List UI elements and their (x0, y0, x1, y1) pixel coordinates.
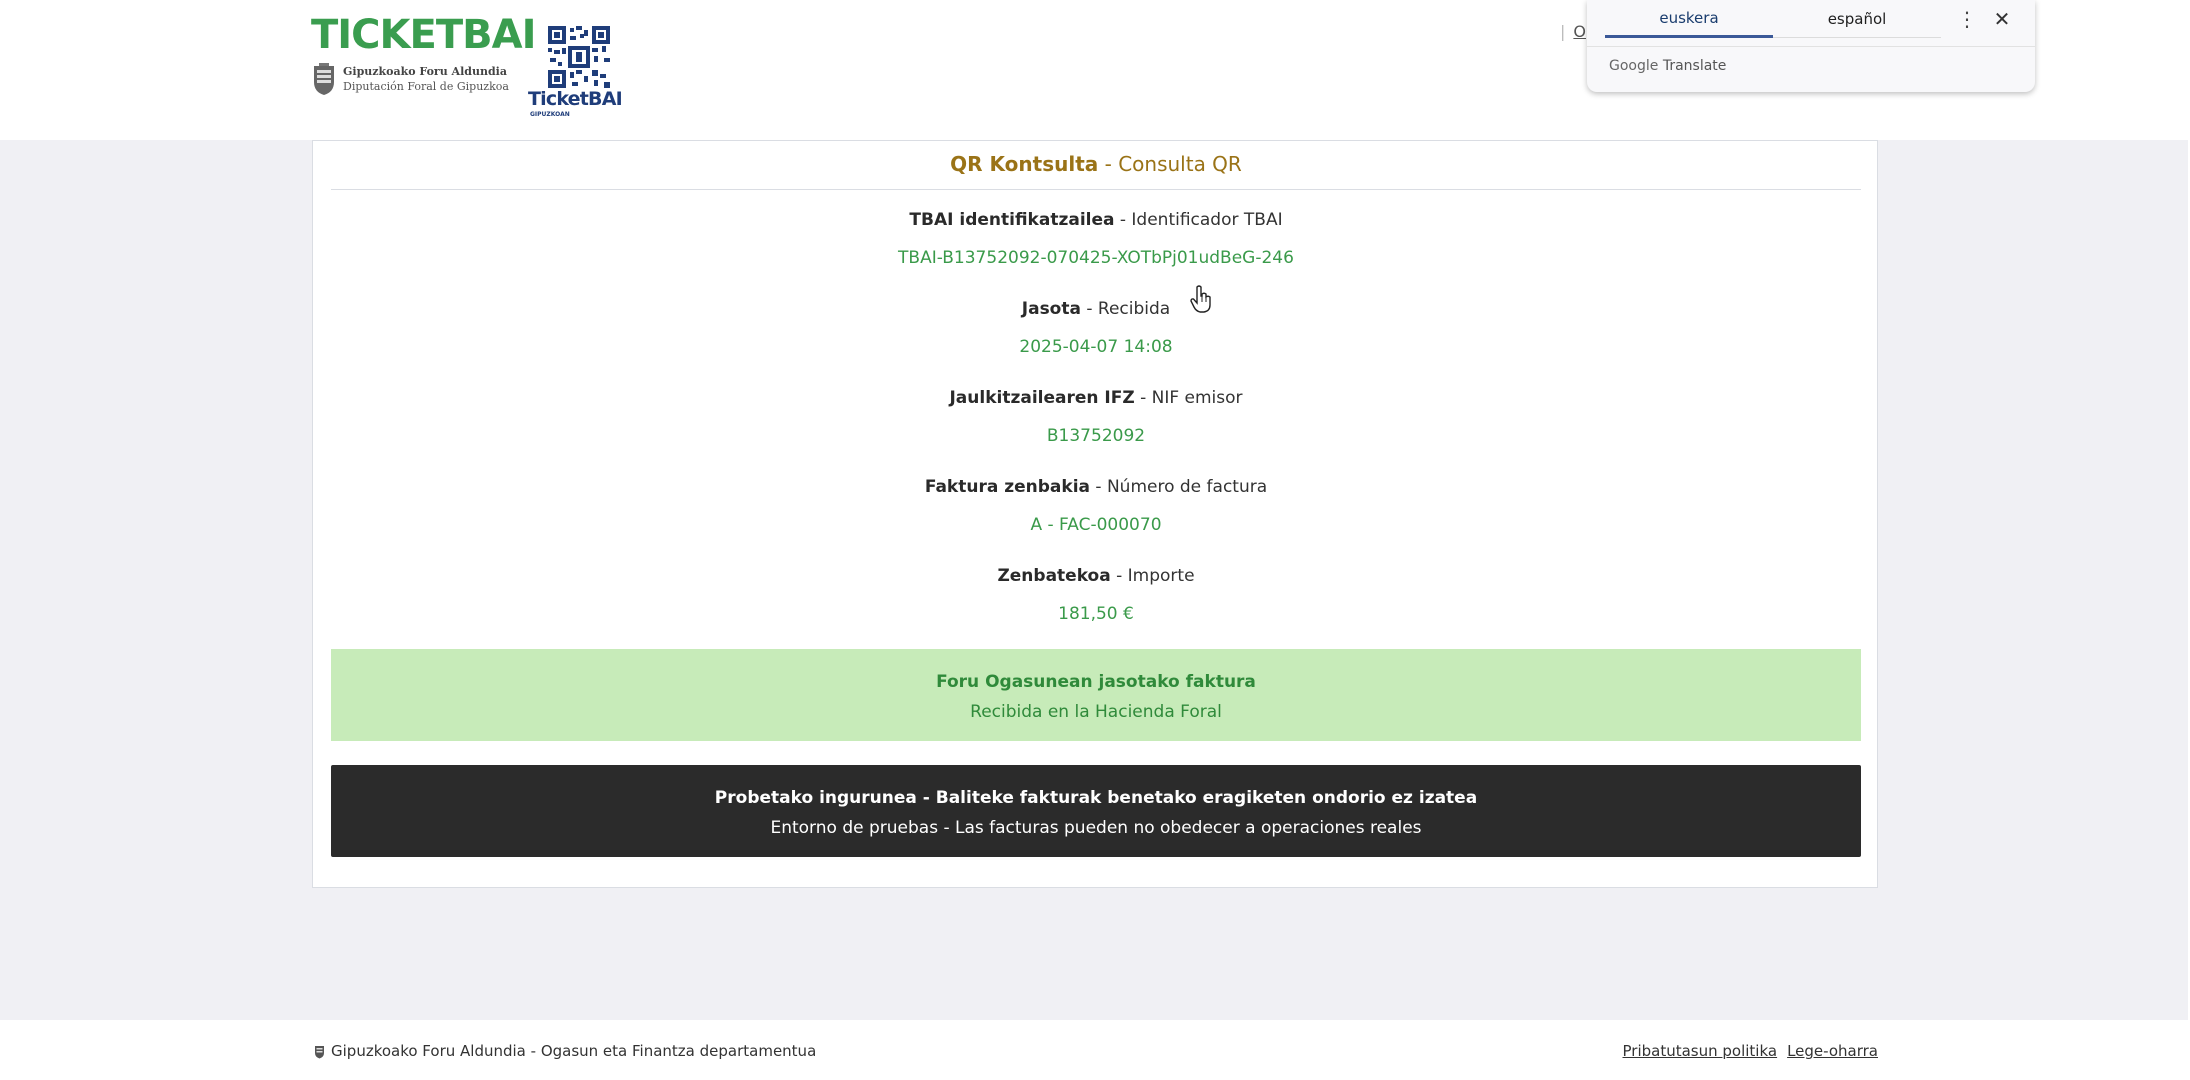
gipuzkoa-branding: Gipuzkoako Foru Aldundia Diputación Fora… (311, 62, 509, 96)
field-label-spanish: - Recibida (1080, 299, 1171, 319)
hand-cursor-icon (1190, 285, 1211, 313)
field-label-basque: Faktura zenbakia (924, 477, 1091, 497)
test-environment-spanish: Entorno de pruebas - Las facturas pueden… (770, 818, 1422, 838)
field-label-spanish: - Importe (1110, 566, 1195, 586)
field-label-spanish: - Identificador TBAI (1114, 210, 1283, 230)
privacy-policy-link[interactable]: Pribatutasun politika (1623, 1042, 1778, 1060)
gipuzkoa-shield-icon (314, 63, 334, 95)
footer-organization: Gipuzkoako Foru Aldundia - Ogasun eta Fi… (314, 1042, 816, 1060)
footer-shield-icon (315, 1045, 324, 1058)
field-label-basque: Jasota (1021, 299, 1081, 319)
field-tbai-identifier: TBAI identifikatzailea - Identificador T… (331, 201, 1861, 277)
link-separator: | (1560, 22, 1566, 41)
partial-header-link[interactable]: | O (1560, 22, 1586, 41)
google-translate-brand: Google Translate (1609, 58, 1726, 74)
field-label: Jaulkitzailearen IFZ - NIF emisor (331, 379, 1861, 417)
test-environment-banner: Probetako ingurunea - Baliteke fakturak … (331, 765, 1861, 857)
translate-brand-text: Translate (1662, 58, 1727, 74)
field-value: 181,50 € (1058, 604, 1134, 624)
field-value: 2025-04-07 14:08 (1019, 337, 1173, 357)
qr-sublabel: GIPUZKOAN (530, 111, 570, 118)
ticketbai-qr-logo: TicketBAI GIPUZKOAN (526, 26, 630, 122)
field-issuer-nif: Jaulkitzailearen IFZ - NIF emisor B13752… (331, 379, 1861, 455)
card-title: QR Kontsulta - Consulta QR (331, 141, 1861, 190)
page: TICKETBAI Gipuzkoako Foru Aldundia Diput… (0, 0, 2190, 1080)
field-value: B13752092 (1046, 426, 1146, 446)
field-label-basque: Zenbatekoa (997, 566, 1111, 586)
field-label-basque: Jaulkitzailearen IFZ (949, 388, 1135, 408)
gipuzkoa-line-spanish: Diputación Foral de Gipuzkoa (343, 80, 509, 93)
field-label-spanish: - Número de factura (1090, 477, 1268, 497)
more-options-icon[interactable]: ⋮ (1955, 6, 1979, 32)
field-received: Jasota - Recibida 2025-04-07 14:08 (331, 290, 1861, 366)
tab-euskera[interactable]: euskera (1605, 0, 1773, 38)
close-icon[interactable]: ✕ (1990, 6, 2014, 32)
translate-language-tabs: euskera español (1605, 0, 1941, 38)
partial-link-text: O (1573, 22, 1586, 41)
field-label-basque: TBAI identifikatzailea (909, 210, 1115, 230)
field-value: A - FAC-000070 (1030, 515, 1162, 535)
qr-code-icon (548, 26, 610, 88)
logo-wordmark: TICKETBAI (311, 12, 536, 58)
gipuzkoa-line-basque: Gipuzkoako Foru Aldundia (343, 65, 507, 78)
google-translate-popup: euskera español ⋮ ✕ Google Translate (1587, 0, 2035, 92)
card-title-basque: QR Kontsulta (950, 152, 1099, 176)
site-footer: Gipuzkoako Foru Aldundia - Ogasun eta Fi… (0, 1020, 2190, 1080)
legal-notice-link[interactable]: Lege-oharra (1787, 1042, 1878, 1060)
field-label: Zenbatekoa - Importe (331, 557, 1861, 595)
card-title-spanish: - Consulta QR (1098, 152, 1242, 176)
gipuzkoa-text: Gipuzkoako Foru Aldundia Diputación Fora… (343, 64, 509, 94)
ticketbai-logo[interactable]: TICKETBAI Gipuzkoako Foru Aldundia Diput… (311, 12, 536, 95)
field-amount: Zenbatekoa - Importe 181,50 € (331, 557, 1861, 633)
footer-organization-text: Gipuzkoako Foru Aldundia - Ogasun eta Fi… (331, 1042, 817, 1060)
field-label: TBAI identifikatzailea - Identificador T… (331, 201, 1861, 239)
translate-divider (1587, 46, 2035, 47)
status-received-banner: Foru Ogasunean jasotako faktura Recibida… (331, 649, 1861, 741)
field-value: TBAI-B13752092-070425-XOTbPj01udBeG-246 (898, 248, 1294, 268)
qr-result-card: QR Kontsulta - Consulta QR TBAI identifi… (312, 140, 1878, 888)
test-environment-basque: Probetako ingurunea - Baliteke fakturak … (714, 788, 1478, 808)
tab-espanol[interactable]: español (1773, 0, 1941, 38)
status-received-spanish: Recibida en la Hacienda Foral (970, 702, 1222, 722)
google-brand-text: Google (1609, 58, 1659, 74)
qr-label: TicketBAI (528, 88, 623, 110)
status-received-basque: Foru Ogasunean jasotako faktura (936, 672, 1256, 692)
field-label: Jasota - Recibida (331, 290, 1861, 328)
field-label-spanish: - NIF emisor (1134, 388, 1243, 408)
footer-links: Pribatutasun politika Lege-oharra (1623, 1042, 1879, 1060)
field-label: Faktura zenbakia - Número de factura (331, 468, 1861, 506)
field-invoice-number: Faktura zenbakia - Número de factura A -… (331, 468, 1861, 544)
